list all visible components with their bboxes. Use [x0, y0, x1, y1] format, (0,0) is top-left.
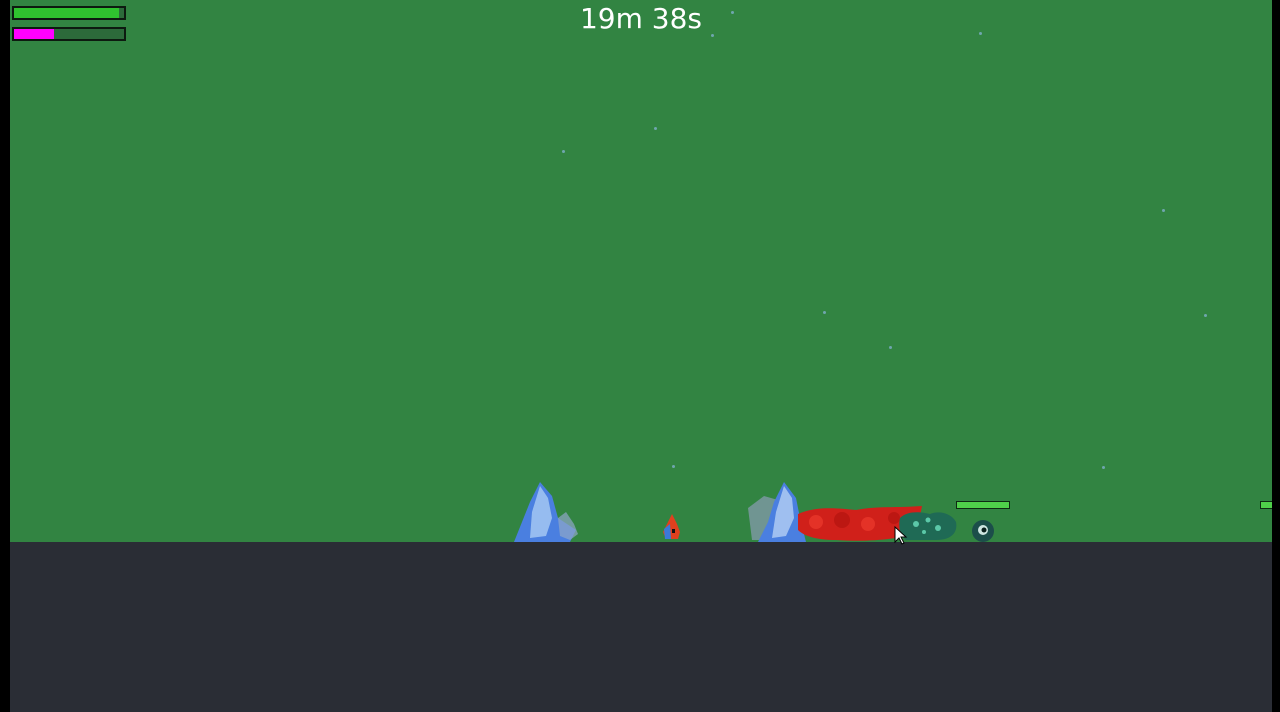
particle: [1102, 466, 1105, 469]
particle: [562, 150, 565, 153]
enemy-icon[interactable]: [970, 518, 996, 544]
cursor-icon: [894, 525, 908, 545]
particle: [1204, 314, 1207, 317]
ice-spike-icon: [514, 482, 578, 542]
particle: [979, 32, 982, 35]
particle: [731, 11, 734, 14]
particle: [672, 465, 675, 468]
game-viewport[interactable]: 19m 38s: [10, 0, 1272, 712]
player-icon: [663, 514, 680, 539]
particle: [711, 34, 714, 37]
survival-timer: 19m 38s: [579, 2, 703, 35]
enemy-health-bar: [1260, 501, 1272, 509]
ground: [10, 542, 1272, 712]
particle: [654, 127, 657, 130]
particle: [823, 311, 826, 314]
particle: [1162, 209, 1165, 212]
enemy-health-bar: [956, 501, 1010, 509]
particle: [889, 346, 892, 349]
